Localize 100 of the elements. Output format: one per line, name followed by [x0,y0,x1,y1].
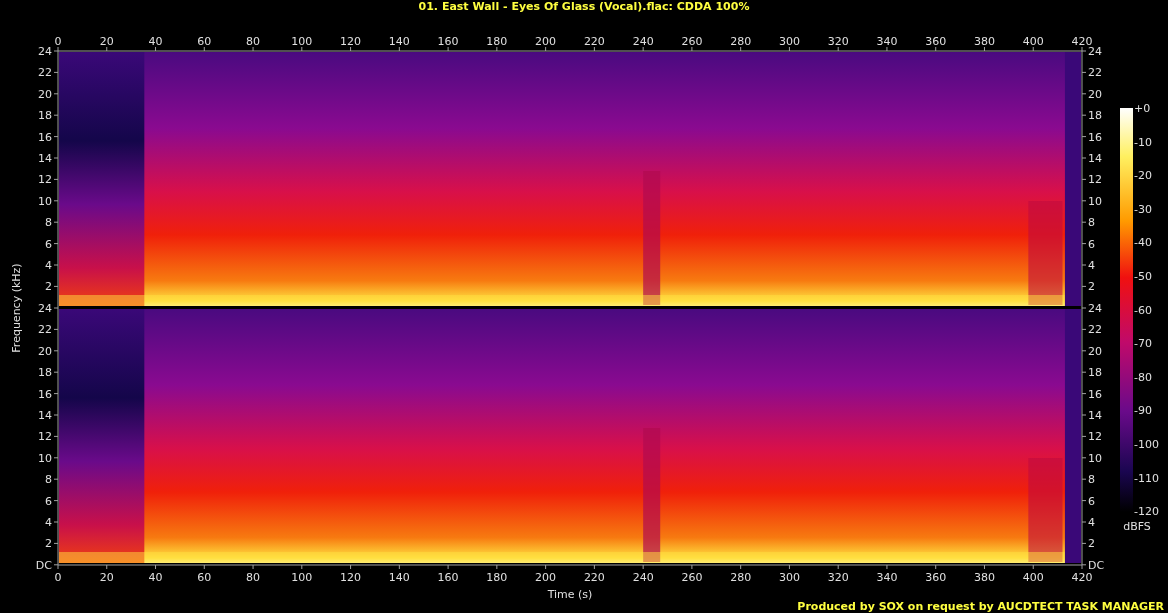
tick-label: 40 [148,571,163,584]
tick-label: 20 [1088,87,1102,101]
tick-label: 40 [148,35,163,48]
tick-label: 8 [1088,473,1095,487]
tick-label: 180 [486,571,508,584]
tick-label: 24 [1088,302,1102,315]
tick-label: 120 [340,35,362,48]
footer-credit: Produced by SOX on request by AUCDTECT TASK MANAGER [797,600,1164,613]
tick-label: 160 [437,35,459,48]
tick-label: 22 [1088,323,1102,337]
tick-label: 8 [45,216,52,230]
tick-label: 420 [1071,571,1093,584]
tick-label: 280 [730,35,752,48]
tick-label: 8 [1088,216,1095,230]
axis-label: Time (s) [547,588,593,601]
tick-label: 120 [340,571,362,584]
tick-label: 260 [681,571,703,584]
tick-label: -70 [1134,337,1152,351]
tick-label: 2 [45,280,52,294]
tick-label: 20 [38,87,52,101]
tick-label: 12 [38,430,52,444]
tick-label: 20 [99,35,114,48]
tick-label: -100 [1134,438,1159,451]
tick-label: 18 [38,366,52,380]
tick-label: 24 [38,45,52,58]
tick-label: 220 [583,571,605,584]
tick-label: 12 [1088,173,1102,187]
tick-label: 12 [38,173,52,187]
tick-label: 10 [38,451,52,465]
tick-label: 20 [38,344,52,358]
tick-label: 60 [197,35,212,48]
tick-label: 320 [827,571,849,584]
tick-label: 20 [1088,344,1102,358]
tick-label: 18 [1088,366,1102,380]
tick-label: 14 [1088,409,1102,422]
tick-label: +0 [1134,102,1151,115]
tick-label: 140 [388,35,410,48]
tick-label: 200 [535,571,557,584]
tick-label: -60 [1134,303,1152,317]
tick-label: 200 [535,35,557,48]
tick-label: 380 [974,571,995,584]
tick-label: 18 [1088,109,1102,123]
tick-label: 10 [1088,451,1102,465]
tick-label: 360 [925,571,947,584]
tick-label: 4 [1088,516,1095,529]
tick-label: 22 [1088,66,1102,80]
tick-label: 220 [583,35,605,48]
tick-label: 300 [778,35,800,48]
tick-label: 60 [197,571,212,584]
tick-label: 6 [1088,237,1095,251]
tick-label: DC [1088,558,1105,572]
tick-label: -30 [1134,202,1152,216]
tick-label: 2 [1088,280,1095,294]
tick-label: 14 [38,152,52,165]
tick-label: 240 [632,571,654,584]
tick-label: 340 [876,35,898,48]
tick-label: 16 [1088,130,1102,144]
tick-label: -40 [1134,236,1152,250]
tick-label: 380 [974,35,995,48]
tick-label: 8 [45,473,52,487]
tick-label: 2 [45,537,52,551]
tick-label: 300 [778,571,800,584]
tick-label: 160 [437,571,459,584]
axis-label: Frequency (kHz) [10,263,23,353]
tick-label: 4 [45,259,52,272]
tick-label: 360 [925,35,947,48]
tick-label: 80 [246,571,261,584]
tick-label: 16 [38,130,52,144]
tick-label: 14 [38,409,52,422]
tick-label: 400 [1022,571,1044,584]
tick-label: 16 [1088,387,1102,401]
tick-label: 0 [54,35,62,48]
tick-label: 18 [38,109,52,123]
axis-label: dBFS [1123,520,1151,533]
tick-label: 280 [730,571,752,584]
tick-label: 320 [827,35,849,48]
tick-label: 100 [291,35,313,48]
tick-label: -90 [1134,404,1152,418]
tick-label: 10 [38,194,52,208]
tick-label: 2 [1088,537,1095,551]
tick-label: -20 [1134,169,1152,183]
tick-label: 340 [876,571,898,584]
tick-label: 24 [1088,45,1102,58]
tick-label: 20 [99,571,114,584]
tick-label: -120 [1134,505,1159,519]
tick-label: 4 [1088,259,1095,272]
tick-label: 22 [38,66,52,80]
chart-title: 01. East Wall - Eyes Of Glass (Vocal).flac: CDDA 100% [418,0,750,13]
tick-label: 80 [246,35,261,48]
tick-label: 10 [1088,194,1102,208]
tick-label: 420 [1071,35,1093,48]
tick-label: 24 [38,302,52,315]
tick-label: 6 [1088,494,1095,508]
tick-label: 180 [486,35,508,48]
tick-label: 16 [38,387,52,401]
tick-label: 400 [1022,35,1044,48]
tick-label: -50 [1134,270,1152,283]
tick-label: 6 [45,494,52,508]
tick-label: DC [35,558,52,572]
tick-label: 0 [54,571,62,584]
